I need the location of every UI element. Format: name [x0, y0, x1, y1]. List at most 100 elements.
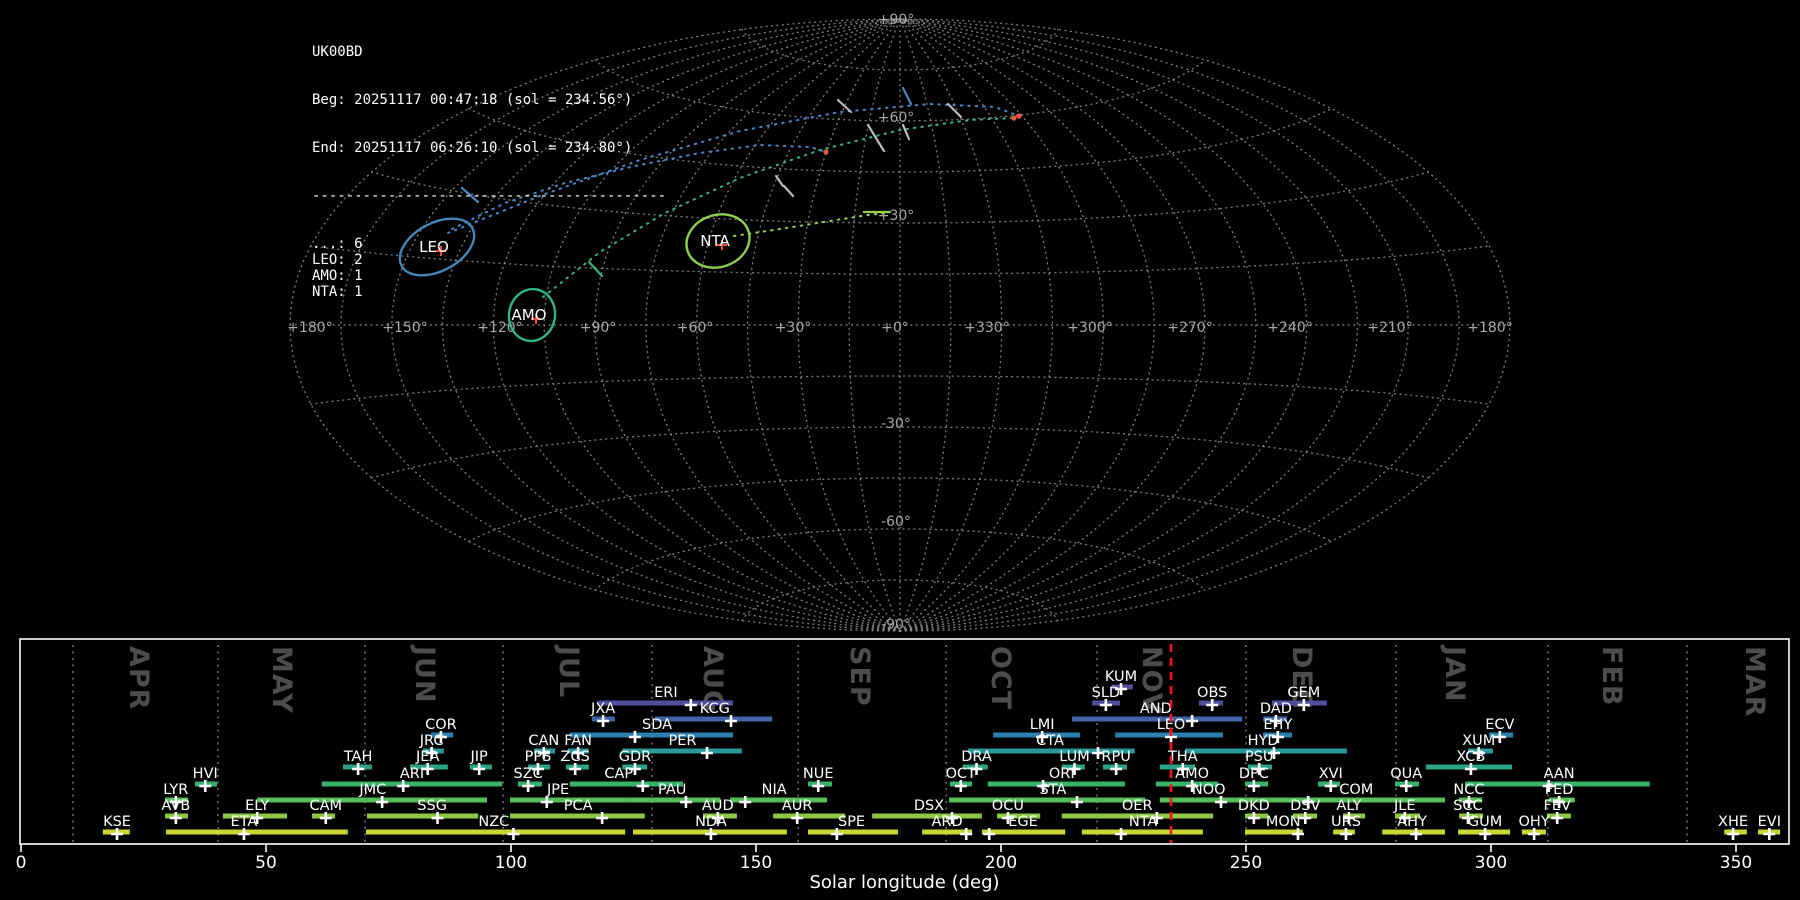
shower-label-JIP: JIP [470, 749, 489, 765]
shower-label-PAU: PAU [658, 782, 686, 798]
shower-label-FEV: FEV [1543, 798, 1571, 814]
month-label-SEP: SEP [844, 646, 875, 707]
lon-label: +300° [1067, 320, 1112, 336]
count-line: AMO: 1 [312, 268, 363, 284]
shower-label-MON: MON [1266, 814, 1301, 830]
axis-tick-label: 150 [740, 853, 772, 873]
shower-label-XCB: XCB [1456, 749, 1485, 765]
month-label-MAR: MAR [1739, 646, 1770, 718]
shower-label-SZC: SZC [514, 766, 543, 782]
observation-header: UK00BD Beg: 20251117 00:47:18 (sol = 234… [312, 12, 666, 332]
shower-bar-SSG [366, 813, 479, 819]
track-end-dot [1011, 115, 1017, 121]
shower-label-LUM: LUM [1059, 749, 1089, 765]
shower-label-DRA: DRA [961, 749, 992, 765]
shower-bar-KCG [655, 716, 773, 722]
shower-label-SCC: SCC [1453, 798, 1482, 814]
shower-label-AND: AND [1140, 701, 1172, 717]
lat-label: +90° [878, 12, 915, 28]
shower-label-KSE: KSE [103, 814, 131, 830]
screenshot-root: +180° +150° +120° +90° +60° +30° +0° +330° +300°… [0, 0, 1800, 900]
axis-tick-label: 50 [255, 853, 277, 873]
end-time: End: 20251117 06:26:10 (sol = 234.80°) [312, 140, 633, 156]
track-end-dot [823, 149, 829, 155]
count-line: NTA: 1 [312, 284, 363, 300]
shower-label-NTA: NTA [1129, 814, 1158, 830]
shower-label-EVI: EVI [1758, 814, 1781, 830]
shower-label-SLD: SLD [1092, 685, 1120, 701]
shower-label-AUD: AUD [702, 798, 734, 814]
shower-label-GEM: GEM [1287, 685, 1320, 701]
lon-label: +270° [1167, 320, 1212, 336]
count-line: ...: 6 [312, 236, 363, 252]
grid-parallel [310, 375, 1490, 405]
shower-label-NOO: NOO [1192, 782, 1226, 798]
lon-label: +180° [1467, 320, 1512, 336]
shower-label-XUM: XUM [1462, 733, 1495, 749]
month-label-APR: APR [123, 646, 154, 710]
axis-tick-label: 200 [985, 853, 1017, 873]
radiant-map-and-timeline: +180° +150° +120° +90° +60° +30° +0° +330° +300°… [16, 12, 1790, 893]
shower-label-CTA: CTA [1036, 733, 1064, 749]
shower-label-CAN: CAN [528, 733, 559, 749]
shower-label-ECV: ECV [1485, 717, 1514, 733]
lat-label: +30° [878, 208, 915, 224]
shower-label-EHY: EHY [1263, 717, 1292, 733]
meteor-trail [901, 123, 911, 141]
shower-bar-NZC [365, 829, 626, 835]
shower-label-KUM: KUM [1105, 669, 1137, 685]
meteor-trail [774, 174, 785, 188]
meteor-trail [836, 98, 853, 114]
shower-label-COM: COM [1339, 782, 1373, 798]
shower-label-JLE: JLE [1393, 798, 1416, 814]
grid-parallel [468, 477, 1332, 543]
shower-label-QUA: QUA [1390, 766, 1422, 782]
shower-label-GUM: GUM [1468, 814, 1502, 830]
shower-label-DPC: DPC [1239, 766, 1269, 782]
shower-label-ELY: ELY [245, 798, 269, 814]
shower-bar-STA [949, 797, 1146, 803]
axis-tick-label: 0 [16, 853, 27, 873]
axis-tick-label: 100 [495, 853, 527, 873]
shower-label-SPE: SPE [838, 814, 865, 830]
shower-label-AMO: AMO [1175, 766, 1209, 782]
shower-bar-AUR [773, 813, 846, 819]
lon-label: +60° [677, 320, 714, 336]
shower-bar-JMC [257, 797, 487, 803]
lon-label: +240° [1267, 320, 1312, 336]
shower-label-ERI: ERI [654, 685, 678, 701]
axis-tick-label: 250 [1230, 853, 1262, 873]
begin-time: Beg: 20251117 00:47:18 (sol = 234.56°) [312, 92, 633, 108]
shower-label-RPU: RPU [1101, 749, 1130, 765]
shower-label-ALY: ALY [1336, 798, 1361, 814]
shower-label-DSX: DSX [914, 798, 944, 814]
shower-label-CAP: CAP [604, 766, 633, 782]
track-end-dot [1016, 113, 1022, 119]
shower-bar-NTA [1081, 829, 1203, 835]
shower-label-STA: STA [1040, 782, 1067, 798]
radiant-label-NTA: NTA [700, 232, 730, 250]
shower-label-NZC: NZC [478, 814, 509, 830]
shower-label-JPE: JPE [546, 782, 569, 798]
shower-label-AUR: AUR [782, 798, 813, 814]
shower-bar-ETA [166, 829, 348, 835]
shower-label-AVB: AVB [161, 798, 190, 814]
shower-label-NUE: NUE [803, 766, 834, 782]
shower-label-DKD: DKD [1238, 798, 1270, 814]
shower-label-XVI: XVI [1319, 766, 1343, 782]
shower-label-OCU: OCU [992, 798, 1024, 814]
shower-label-NDA: NDA [695, 814, 727, 830]
shower-label-PPS: PPS [525, 749, 552, 765]
lon-label: +330° [964, 320, 1009, 336]
shower-label-FED: FED [1545, 782, 1574, 798]
shower-label-FAN: FAN [564, 733, 592, 749]
shower-label-LYR: LYR [163, 782, 188, 798]
shower-label-LMI: LMI [1030, 717, 1055, 733]
month-label-JUN: JUN [409, 644, 440, 704]
shower-label-DAD: DAD [1260, 701, 1292, 717]
shower-label-PCA: PCA [564, 798, 593, 814]
lat-label: -30° [881, 416, 911, 432]
shower-label-CAM: CAM [309, 798, 342, 814]
shower-label-PSU: PSU [1245, 749, 1274, 765]
shower-label-JMC: JMC [358, 782, 386, 798]
